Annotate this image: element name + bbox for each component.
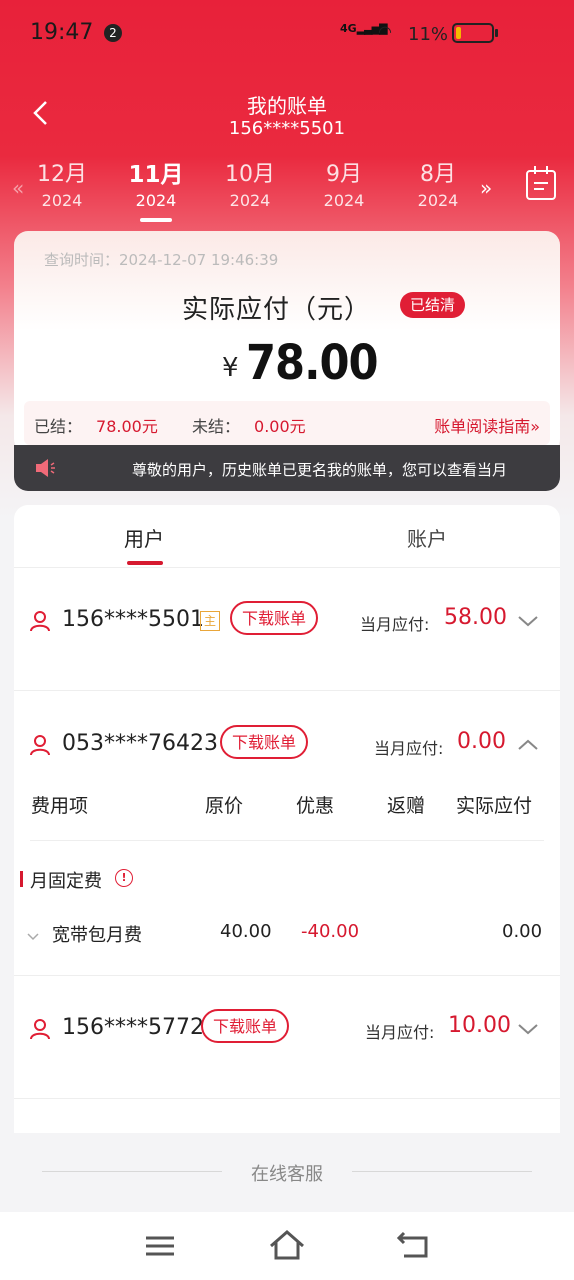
monthly-due-label: 当月应付: [365,1023,435,1042]
bill-summary-card: 查询时间：2024-12-07 19:46:39 实际应付（元） 已结清 ¥ 7… [14,231,560,453]
year-label: 2024 [323,191,365,210]
settlement-summary-row: 已结： 78.00元 未结： 0.00元 账单阅读指南» [24,401,550,445]
status-time: 19:47 [30,20,94,45]
menu-icon[interactable] [140,1226,180,1266]
month-selector: « 12月 2024 11月 2024 10月 2024 9月 2024 8月 … [0,160,574,222]
divider [30,840,544,841]
account-row-1[interactable]: 156****5501 主 下载账单 当月应付: 58.00 [14,587,560,657]
monthly-due-label: 当月应付: [374,739,444,758]
chevron-down-icon [27,933,39,941]
unsettled-amount: 未结： 0.00元 [192,417,306,436]
year-label: 2024 [229,191,271,210]
active-tab-indicator [127,561,163,565]
bill-detail-panel: 用户 账户 156****5501 主 下载账单 当月应付: 58.00 053… [14,505,560,1133]
month-tab-aug[interactable]: 8月 2024 [398,160,478,212]
section-title: 月固定费 [30,871,102,892]
col-discount: 优惠 [296,795,335,817]
battery-icon [452,23,494,43]
month-label: 10月 [225,162,275,187]
col-gift: 返赠 [387,795,426,817]
month-tab-oct[interactable]: 10月 2024 [210,160,290,212]
month-next-arrow-icon[interactable]: » [480,176,492,200]
wifi-icon: ◠ [378,22,392,41]
month-label: 11月 [128,162,184,188]
month-tab-sep[interactable]: 9月 2024 [304,160,384,212]
download-bill-button[interactable]: 下载账单 [201,1009,290,1043]
year-label: 2024 [417,191,459,210]
page-title: 我的账单 [247,94,327,118]
info-icon[interactable]: ! [115,869,133,887]
account-phone: 156****5501 [62,607,204,632]
download-bill-button[interactable]: 下载账单 [220,725,309,759]
divider [352,1171,532,1172]
col-actual-payable: 实际应付 [456,795,533,817]
bill-reading-guide-link[interactable]: 账单阅读指南» [434,413,540,437]
monthly-due-label: 当月应付: [360,615,430,634]
account-row-2[interactable]: 053****76423 下载账单 当月应付: 0.00 [14,711,560,781]
account-phone: 156****5772 [62,1015,204,1040]
divider [14,975,560,976]
fee-original: 40.00 [220,921,272,942]
network-type: 4G [340,22,357,35]
speaker-icon [36,459,55,477]
chevron-down-icon[interactable] [516,609,540,633]
user-icon [30,1019,50,1040]
user-icon [30,735,50,756]
calendar-icon[interactable] [526,166,556,200]
year-label: 2024 [41,191,83,210]
active-month-indicator [140,218,172,222]
query-time: 查询时间：2024-12-07 19:46:39 [44,251,279,269]
currency-symbol: ¥ [222,353,239,383]
month-label: 8月 [420,162,456,187]
month-tab-nov[interactable]: 11月 2024 [116,160,196,222]
primary-badge: 主 [200,611,220,631]
year-label: 2024 [135,191,177,210]
month-tab-dec[interactable]: 12月 2024 [22,160,102,212]
tab-user[interactable]: 用户 [124,523,164,552]
fee-actual: 0.00 [502,921,543,942]
user-icon [30,611,50,632]
page-subtitle: 156****5501 [228,118,346,139]
online-service-link[interactable]: 在线客服 [0,1160,574,1186]
month-label: 12月 [37,162,87,187]
notification-count-badge: 2 [104,24,122,42]
fee-item-name: 宽带包月费 [52,925,142,946]
month-label: 9月 [326,162,362,187]
divider [14,690,560,691]
chevron-down-icon[interactable] [516,1017,540,1041]
tab-account[interactable]: 账户 [407,523,447,552]
monthly-due-value: 10.00 [448,1013,511,1038]
divider [14,567,560,568]
col-fee-item: 费用项 [31,795,89,817]
monthly-due-value: 58.00 [444,605,507,630]
notice-banner[interactable]: 尊敬的用户，历史账单已更名我的账单，您可以查看当月 [14,445,560,491]
account-phone: 053****76423 [62,731,218,756]
actual-payable-label: 实际应付（元） [182,295,372,325]
section-marker [20,871,23,887]
notice-text: 尊敬的用户，历史账单已更名我的账单，您可以查看当月 [132,461,508,479]
fee-discount: -40.00 [301,921,360,942]
col-original-price: 原价 [205,795,244,817]
system-navigation-bar [0,1212,574,1280]
total-amount: 78.00 [246,335,379,391]
settled-amount: 已结： 78.00元 [34,417,158,436]
monthly-due-value: 0.00 [457,729,506,754]
home-icon[interactable] [267,1226,307,1266]
status-bar: 19:47 2 4G▂▃▅▇ ◠ 11% [0,0,574,68]
chevron-up-icon[interactable] [516,733,540,757]
download-bill-button[interactable]: 下载账单 [230,601,319,635]
back-nav-icon[interactable] [394,1226,434,1266]
settled-badge: 已结清 [400,292,466,318]
battery-percent: 11% [408,24,449,45]
divider [14,1098,560,1099]
account-row-3[interactable]: 156****5772 下载账单 当月应付: 10.00 [14,995,560,1065]
